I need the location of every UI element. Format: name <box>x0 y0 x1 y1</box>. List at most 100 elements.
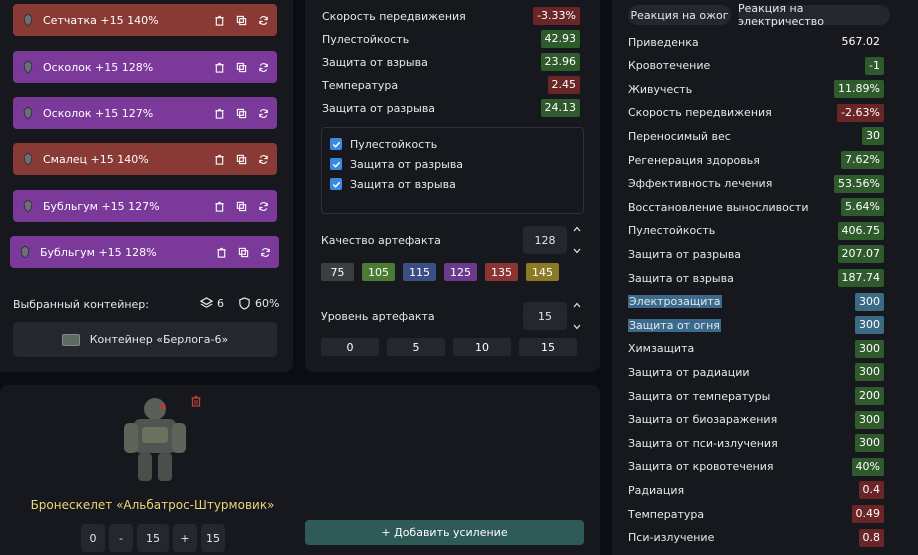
property-row: Электрозащита 300 <box>628 292 884 311</box>
level-input[interactable]: 15 <box>523 302 567 330</box>
copy-icon[interactable] <box>235 153 247 165</box>
property-label: Восстановление выносливости <box>628 200 809 214</box>
property-value: 0.4 <box>858 481 884 500</box>
property-row: Защита от взрыва 187.74 <box>628 269 884 287</box>
quality-chip[interactable]: 145 <box>526 263 559 281</box>
refresh-icon[interactable] <box>257 153 269 165</box>
burn-reaction-button[interactable]: Реакция на ожог <box>628 5 731 25</box>
property-value: 11.89% <box>834 80 884 99</box>
property-label: Защита от разрыва <box>628 247 742 261</box>
artifact-row[interactable]: Бубльгум +15 127% <box>13 190 277 222</box>
check-item[interactable]: Защита от взрыва <box>330 174 575 194</box>
level-min-button[interactable]: 0 <box>81 524 105 552</box>
property-row: Скорость передвижения -2.63% <box>628 103 884 122</box>
checkbox[interactable] <box>330 138 342 150</box>
refresh-icon[interactable] <box>259 246 271 258</box>
property-value: 5.64% <box>841 198 884 217</box>
container-select-button[interactable]: Контейнер «Берлога-6» <box>13 322 277 357</box>
property-row: Защита от кровотечения 40% <box>628 457 884 476</box>
property-row: Защита от радиации 300 <box>628 363 884 382</box>
property-value: 300 <box>855 316 884 335</box>
copy-icon[interactable] <box>235 14 247 26</box>
property-label: Приведенка <box>628 35 699 49</box>
trash-icon[interactable] <box>213 107 225 119</box>
artifact-row[interactable]: Сетчатка +15 140% <box>13 4 277 36</box>
property-label: Защита от кровотечения <box>628 460 774 474</box>
armor-level-input[interactable]: 15 <box>137 524 169 552</box>
artifact-row[interactable]: Осколок +15 127% <box>13 97 277 129</box>
stat-label: Защита от разрыва <box>322 101 436 115</box>
chevron-down-icon[interactable] <box>573 324 581 330</box>
refresh-icon[interactable] <box>257 61 269 73</box>
quality-chip[interactable]: 105 <box>362 263 395 281</box>
checkbox[interactable] <box>330 178 342 190</box>
trash-icon[interactable] <box>213 200 225 212</box>
stat-value: 24.13 <box>540 99 580 117</box>
property-label: Химзащита <box>628 342 695 356</box>
refresh-icon[interactable] <box>257 200 269 212</box>
level-label: Уровень артефакта <box>321 310 435 323</box>
checkbox[interactable] <box>330 158 342 170</box>
copy-icon[interactable] <box>235 107 247 119</box>
level-spinner[interactable] <box>572 302 582 330</box>
stat-value: 2.45 <box>547 76 580 94</box>
check-item[interactable]: Пулестойкость <box>330 134 575 154</box>
artifact-label: Бубльгум +15 127% <box>43 199 160 213</box>
quality-chip[interactable]: 135 <box>485 263 518 281</box>
artifact-row[interactable]: Смалец +15 140% <box>13 143 277 175</box>
property-label: Защита от температуры <box>628 389 771 403</box>
copy-icon[interactable] <box>237 246 249 258</box>
level-chip[interactable]: 0 <box>321 338 379 356</box>
quality-spinner[interactable] <box>572 226 582 254</box>
stat-value: 42.93 <box>540 30 580 48</box>
property-value: 207.07 <box>837 245 884 264</box>
quality-chip[interactable]: 125 <box>444 263 477 281</box>
level-max-button[interactable]: 15 <box>201 524 225 552</box>
trash-icon[interactable] <box>213 61 225 73</box>
chevron-down-icon[interactable] <box>573 248 581 254</box>
level-chip[interactable]: 15 <box>519 338 577 356</box>
stat-row: Защита от разрыва 24.13 <box>322 99 580 117</box>
copy-icon[interactable] <box>235 61 247 73</box>
copy-icon[interactable] <box>235 200 247 212</box>
property-row: Защита от огня 300 <box>628 316 884 335</box>
stat-checklist: Пулестойкость Защита от разрыва Защита от … <box>321 127 584 214</box>
property-row: Восстановление выносливости 5.64% <box>628 198 884 217</box>
trash-icon[interactable] <box>190 395 202 407</box>
level-increment-button[interactable]: + <box>173 524 197 552</box>
quality-chip[interactable]: 75 <box>321 263 354 281</box>
level-chip[interactable]: 5 <box>387 338 445 356</box>
level-decrement-button[interactable]: - <box>109 524 133 552</box>
refresh-icon[interactable] <box>257 14 269 26</box>
electric-reaction-button[interactable]: Реакция на электричество <box>738 2 890 28</box>
property-label: Защита от радиации <box>628 365 750 379</box>
armor-image <box>124 398 186 481</box>
trash-icon[interactable] <box>213 153 225 165</box>
quality-input[interactable]: 128 <box>523 226 567 254</box>
stat-row: Температура 2.45 <box>322 76 580 94</box>
level-chip[interactable]: 10 <box>453 338 511 356</box>
chevron-up-icon[interactable] <box>573 302 581 308</box>
armor-name: Бронескелет «Альбатрос-Штурмовик» <box>30 498 275 512</box>
property-row: Пулестойкость 406.75 <box>628 221 884 240</box>
quality-chip[interactable]: 115 <box>403 263 436 281</box>
property-row: Живучесть 11.89% <box>628 80 884 99</box>
stat-row: Скорость передвижения -3.33% <box>322 7 580 25</box>
trash-icon[interactable] <box>215 246 227 258</box>
artifact-row[interactable]: Осколок +15 128% <box>13 51 277 83</box>
refresh-icon[interactable] <box>257 107 269 119</box>
property-label: Пси-излучение <box>628 531 715 545</box>
artifact-icon <box>21 105 35 121</box>
add-upgrade-button[interactable]: + Добавить усиление <box>305 520 584 545</box>
container-stats: 6 60% <box>200 297 279 310</box>
trash-icon[interactable] <box>213 14 225 26</box>
property-label: Защита от взрыва <box>628 271 734 285</box>
property-value: 0.8 <box>858 528 884 547</box>
property-value: 300 <box>855 363 884 382</box>
stat-value: 23.96 <box>540 53 580 71</box>
artifact-row[interactable]: Бубльгум +15 128% <box>10 236 279 268</box>
check-item[interactable]: Защита от разрыва <box>330 154 575 174</box>
property-row: Радиация 0.4 <box>628 481 884 500</box>
property-label: Живучесть <box>628 82 693 96</box>
chevron-up-icon[interactable] <box>573 226 581 232</box>
